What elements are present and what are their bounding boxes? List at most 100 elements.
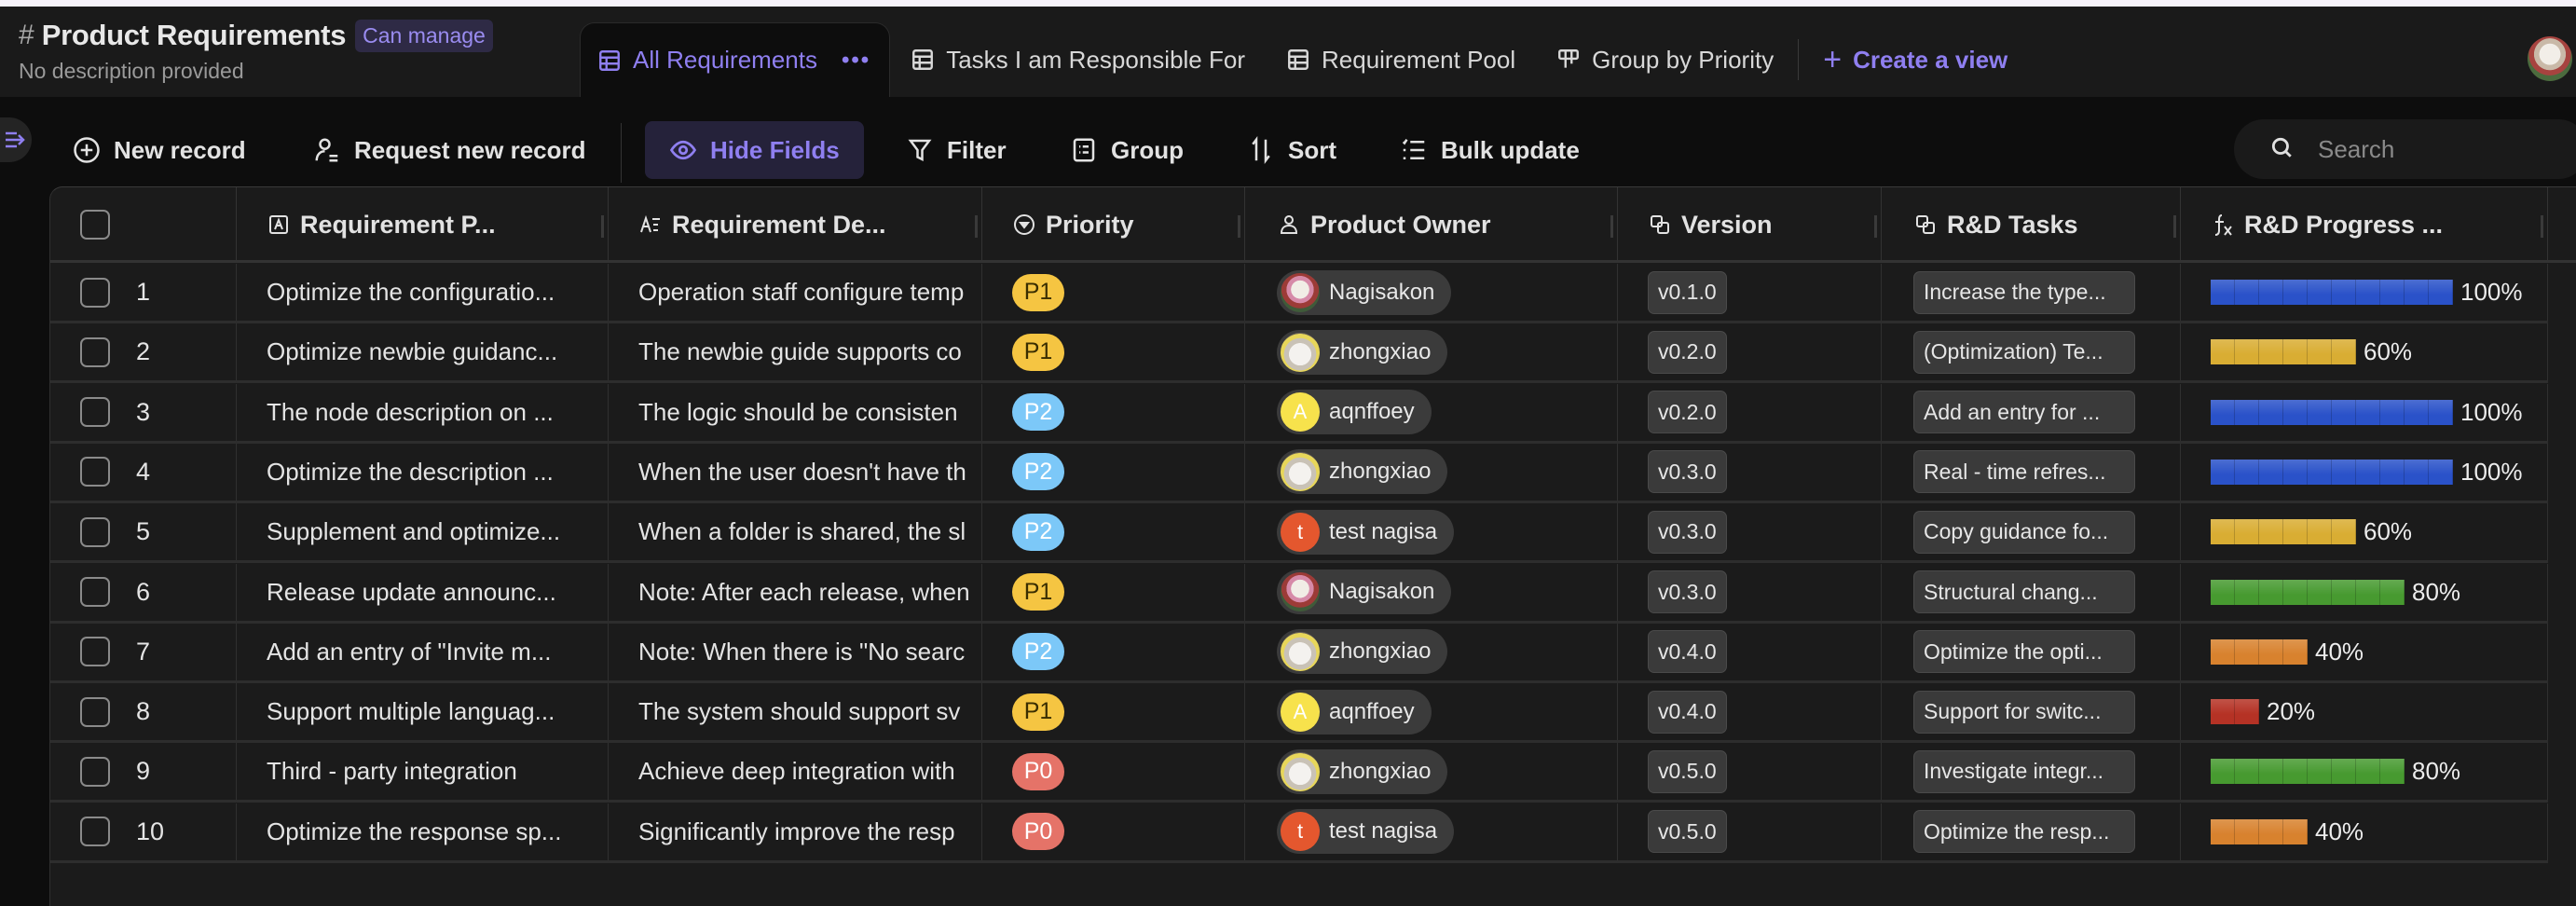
search-input[interactable] — [2318, 134, 2560, 164]
column-resize-handle[interactable] — [1610, 215, 1613, 238]
search-box[interactable] — [2234, 119, 2576, 179]
table-row[interactable]: 5 Supplement and optimize... When a folder… — [50, 503, 2548, 564]
hide-fields-button[interactable]: Hide Fields — [645, 121, 864, 179]
cell-rd-tasks[interactable]: Structural chang... — [1882, 563, 2181, 621]
column-resize-handle[interactable] — [975, 215, 978, 238]
cell-priority[interactable]: P0 — [982, 803, 1245, 860]
cell-version[interactable]: v0.5.0 — [1618, 743, 1882, 801]
cell-version[interactable]: v0.1.0 — [1618, 264, 1882, 321]
tab-all-requirements[interactable]: All Requirements ••• — [580, 22, 891, 97]
version-tag[interactable]: v0.3.0 — [1648, 510, 1727, 554]
column-resize-handle[interactable] — [2541, 215, 2543, 238]
cell-requirement-point[interactable]: Optimize the configuratio... — [237, 264, 609, 321]
version-tag[interactable]: v0.3.0 — [1648, 570, 1727, 613]
row-checkbox[interactable] — [80, 336, 110, 367]
row-checkbox[interactable] — [80, 516, 110, 547]
cell-version[interactable]: v0.2.0 — [1618, 383, 1882, 441]
cell-rd-tasks[interactable]: Increase the type... — [1882, 264, 2181, 321]
table-row[interactable]: 2 Optimize newbie guidanc... The newbie gu… — [50, 323, 2548, 384]
tab-requirement-pool[interactable]: Requirement Pool — [1266, 22, 1536, 97]
task-tag[interactable]: Support for switc... — [1913, 690, 2135, 734]
column-header-product-owner[interactable]: Product Owner — [1245, 187, 1618, 262]
group-button[interactable]: Group — [1070, 121, 1184, 179]
column-resize-handle[interactable] — [1874, 215, 1877, 238]
cell-requirement-description[interactable]: The system should support sv — [609, 683, 982, 741]
task-tag[interactable]: Investigate integr... — [1913, 749, 2135, 793]
page-description[interactable]: No description provided — [19, 59, 244, 84]
cell-version[interactable]: v0.5.0 — [1618, 803, 1882, 860]
task-tag[interactable]: Real - time refres... — [1913, 450, 2135, 494]
column-header-priority[interactable]: Priority — [982, 187, 1245, 262]
cell-rd-tasks[interactable]: Optimize the resp... — [1882, 803, 2181, 860]
cell-requirement-description[interactable]: Significantly improve the resp — [609, 803, 982, 860]
cell-priority[interactable]: P1 — [982, 563, 1245, 621]
task-tag[interactable]: Optimize the opti... — [1913, 630, 2135, 674]
cell-requirement-description[interactable]: The logic should be consisten — [609, 383, 982, 441]
row-checkbox[interactable] — [80, 637, 110, 667]
cell-rd-tasks[interactable]: Investigate integr... — [1882, 743, 2181, 801]
cell-rd-tasks[interactable]: Optimize the opti... — [1882, 623, 2181, 680]
cell-product-owner[interactable]: t test nagisa — [1245, 803, 1618, 860]
cell-priority[interactable]: P2 — [982, 623, 1245, 680]
column-resize-handle[interactable] — [601, 215, 604, 238]
cell-product-owner[interactable]: zhongxiao — [1245, 743, 1618, 801]
cell-product-owner[interactable]: t test nagisa — [1245, 503, 1618, 561]
create-view-button[interactable]: + Create a view — [1802, 22, 2028, 97]
tab-tasks-responsible[interactable]: Tasks I am Responsible For — [890, 22, 1266, 97]
table-row[interactable]: 7 Add an entry of "Invite m... Note: When … — [50, 623, 2548, 683]
version-tag[interactable]: v0.3.0 — [1648, 450, 1727, 494]
table-row[interactable]: 9 Third - party integration Achieve deep i… — [50, 743, 2548, 803]
row-checkbox[interactable] — [80, 457, 110, 487]
cell-version[interactable]: v0.3.0 — [1618, 563, 1882, 621]
user-avatar[interactable] — [2528, 36, 2572, 81]
row-checkbox[interactable] — [80, 397, 110, 428]
tab-group-by-priority[interactable]: Group by Priority — [1536, 22, 1794, 97]
cell-requirement-point[interactable]: Support multiple languag... — [237, 683, 609, 741]
more-options-icon[interactable]: ••• — [842, 48, 870, 74]
row-checkbox[interactable] — [80, 756, 110, 787]
row-checkbox[interactable] — [80, 277, 110, 308]
cell-priority[interactable]: P0 — [982, 743, 1245, 801]
select-all-checkbox[interactable] — [80, 210, 110, 240]
version-tag[interactable]: v0.2.0 — [1648, 330, 1727, 374]
page-title[interactable]: Product Requirements — [42, 19, 347, 52]
version-tag[interactable]: v0.4.0 — [1648, 690, 1727, 734]
cell-priority[interactable]: P1 — [982, 683, 1245, 741]
cell-version[interactable]: v0.3.0 — [1618, 443, 1882, 501]
version-tag[interactable]: v0.2.0 — [1648, 391, 1727, 434]
cell-requirement-description[interactable]: Achieve deep integration with — [609, 743, 982, 801]
cell-product-owner[interactable]: Nagisakon — [1245, 264, 1618, 321]
version-tag[interactable]: v0.4.0 — [1648, 630, 1727, 674]
row-checkbox[interactable] — [80, 696, 110, 727]
column-header-requirement-description[interactable]: Requirement De... — [609, 187, 982, 262]
table-row[interactable]: 4 Optimize the description ... When the us… — [50, 443, 2548, 503]
task-tag[interactable]: Optimize the resp... — [1913, 810, 2135, 854]
request-new-record-button[interactable]: Request new record — [313, 121, 586, 179]
expand-sidebar-button[interactable] — [0, 117, 32, 162]
cell-rd-tasks[interactable]: (Optimization) Te... — [1882, 323, 2181, 381]
version-tag[interactable]: v0.5.0 — [1648, 749, 1727, 793]
table-row[interactable]: 1 Optimize the configuratio... Operation s… — [50, 264, 2548, 323]
cell-product-owner[interactable]: Nagisakon — [1245, 563, 1618, 621]
bulk-update-button[interactable]: Bulk update — [1400, 121, 1580, 179]
cell-product-owner[interactable]: zhongxiao — [1245, 623, 1618, 680]
cell-rd-tasks[interactable]: Add an entry for ... — [1882, 383, 2181, 441]
cell-requirement-description[interactable]: The newbie guide supports co — [609, 323, 982, 381]
table-row[interactable]: 10 Optimize the response sp... Significant… — [50, 803, 2548, 863]
column-header-rd-progress[interactable]: R&D Progress ... — [2181, 187, 2548, 262]
row-checkbox[interactable] — [80, 817, 110, 847]
task-tag[interactable]: Increase the type... — [1913, 270, 2135, 314]
cell-requirement-point[interactable]: Release update announc... — [237, 563, 609, 621]
column-resize-handle[interactable] — [1238, 215, 1240, 238]
column-header-requirement-point[interactable]: Requirement P... — [237, 187, 609, 262]
version-tag[interactable]: v0.1.0 — [1648, 270, 1727, 314]
cell-product-owner[interactable]: Aaqnffoey — [1245, 383, 1618, 441]
cell-requirement-point[interactable]: Optimize the description ... — [237, 443, 609, 501]
cell-rd-tasks[interactable]: Copy guidance fo... — [1882, 503, 2181, 561]
task-tag[interactable]: Add an entry for ... — [1913, 391, 2135, 434]
cell-requirement-point[interactable]: Third - party integration — [237, 743, 609, 801]
cell-requirement-description[interactable]: Operation staff configure temp — [609, 264, 982, 321]
task-tag[interactable]: Structural chang... — [1913, 570, 2135, 613]
cell-priority[interactable]: P2 — [982, 503, 1245, 561]
cell-requirement-point[interactable]: Add an entry of "Invite m... — [237, 623, 609, 680]
